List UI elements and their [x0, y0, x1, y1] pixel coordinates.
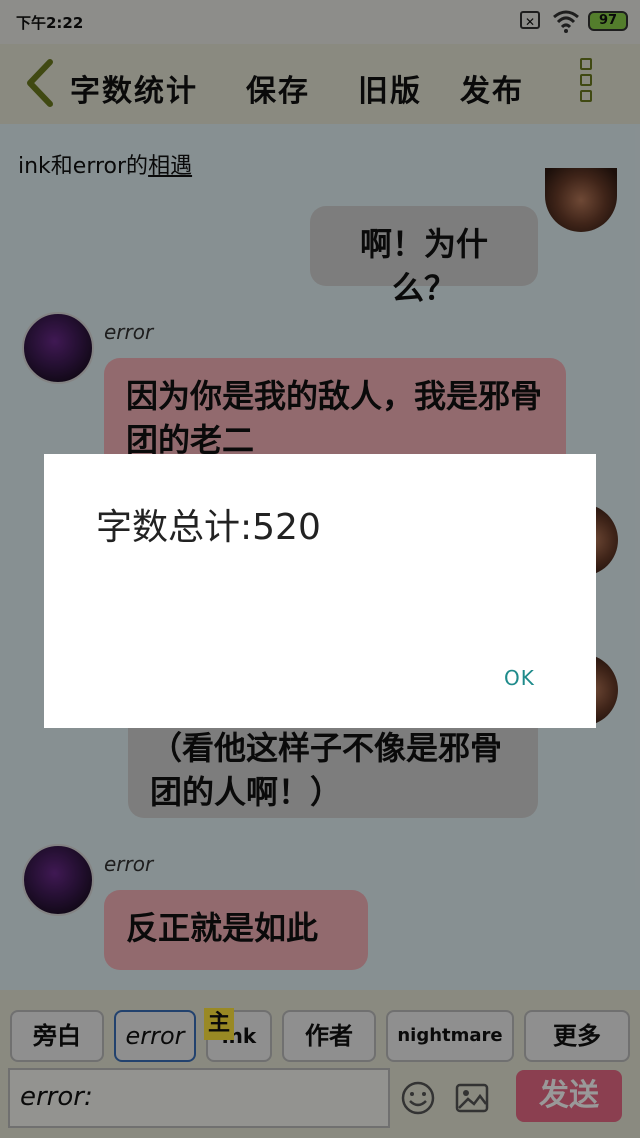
ok-button[interactable]: OK	[504, 666, 535, 690]
dialog-message: 字数总计:520	[96, 507, 321, 548]
word-count-dialog: 字数总计:520 OK	[44, 454, 596, 728]
